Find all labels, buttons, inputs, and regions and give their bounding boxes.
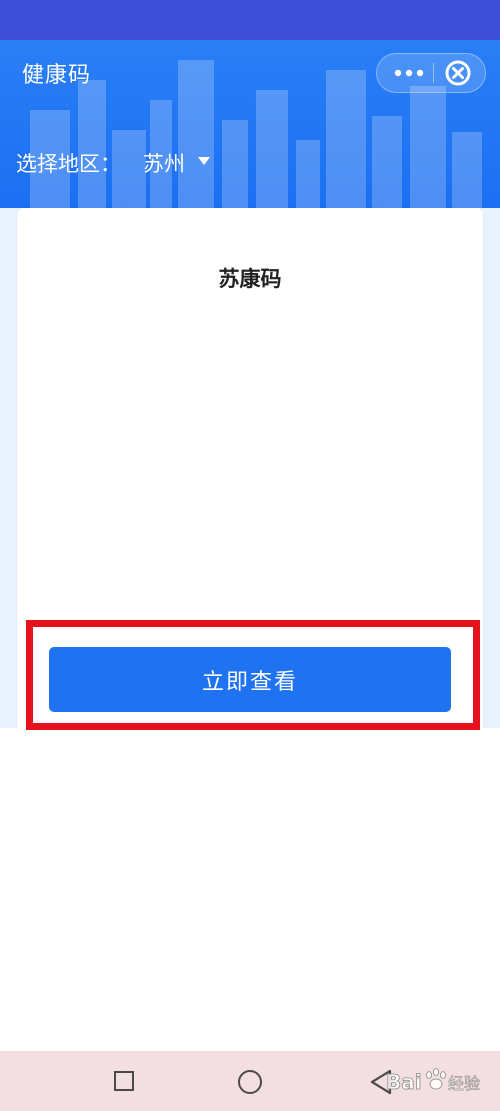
region-label: 选择地区：: [16, 152, 121, 176]
circle-icon[interactable]: [238, 1070, 262, 1094]
svg-text:经验: 经验: [448, 1074, 480, 1093]
mini-program-capsule: [376, 53, 486, 93]
baidu-paw-icon: Bai 经验: [386, 1068, 480, 1094]
header-banner: 健康码 选择地区： 苏州: [0, 40, 500, 208]
close-circle-icon[interactable]: [443, 58, 473, 88]
square-icon[interactable]: [114, 1071, 134, 1091]
capsule-divider: [433, 63, 434, 83]
more-button[interactable]: [389, 54, 429, 92]
region-selector[interactable]: 苏州: [143, 148, 185, 178]
page-title: 健康码: [22, 63, 92, 88]
svg-text:Bai: Bai: [386, 1070, 422, 1094]
caret-down-icon[interactable]: [198, 157, 210, 165]
card-title: 苏康码: [218, 267, 282, 291]
app-screen: 健康码 选择地区： 苏州 苏康码 立即查看 Bai 经验: [0, 0, 500, 1111]
system-nav-bar: Bai 经验: [0, 1051, 500, 1111]
status-bar: [0, 0, 500, 40]
more-dots-icon: [394, 69, 424, 77]
view-now-button[interactable]: 立即查看: [49, 647, 451, 712]
